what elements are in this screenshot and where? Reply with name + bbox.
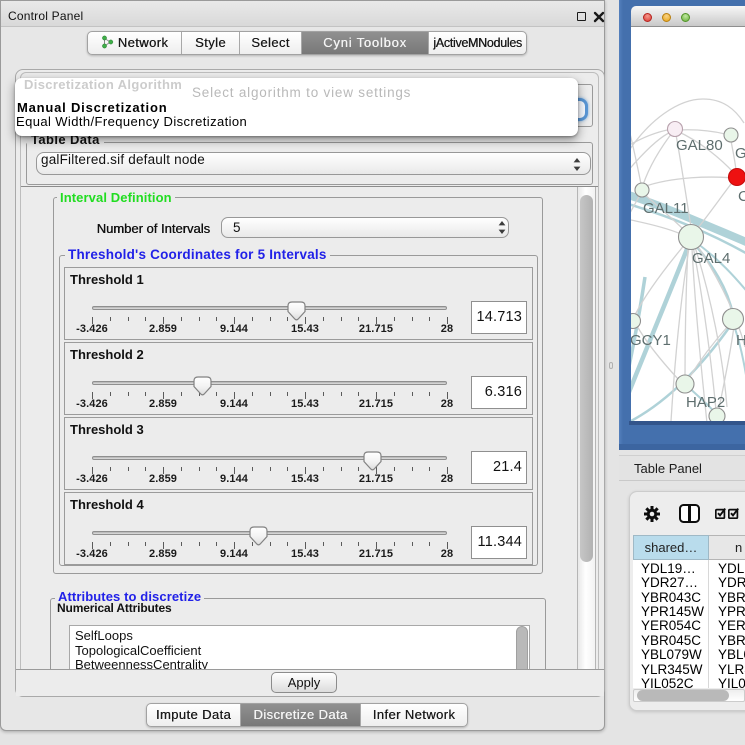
svg-text:HAP2: HAP2 [686,394,725,411]
svg-text:C: C [738,188,745,205]
svg-text:G: G [735,145,745,162]
svg-text:GAL11: GAL11 [643,200,689,217]
svg-text:H: H [736,332,745,349]
svg-text:GAL80: GAL80 [676,137,723,154]
svg-text:GCY1: GCY1 [631,332,671,349]
svg-text:GAL4: GAL4 [692,250,730,267]
